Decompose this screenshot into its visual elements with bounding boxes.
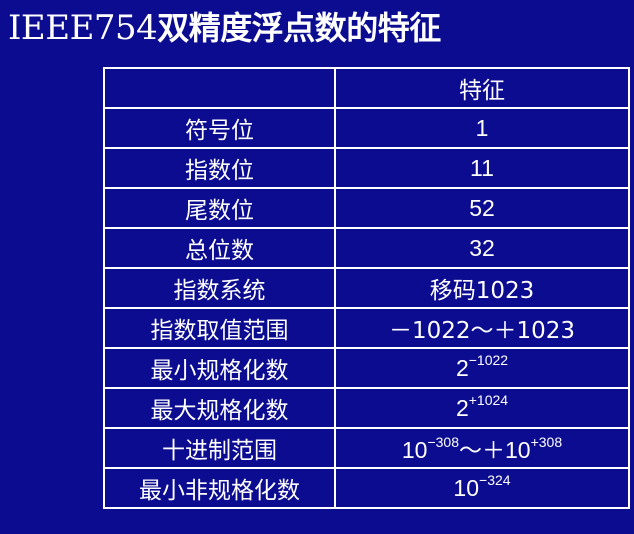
power-base: 2 xyxy=(455,354,469,381)
table-row: 尾数位 52 xyxy=(103,187,630,229)
table-row: 最大规格化数 2+1024 xyxy=(103,387,630,429)
power-exponent: −308 xyxy=(427,433,459,450)
power-base: 10 xyxy=(453,474,480,501)
row-label: 符号位 xyxy=(103,107,336,149)
row-value-text: 11 xyxy=(470,154,494,181)
table-row: 符号位 1 xyxy=(103,107,630,149)
range-separator: ～＋10 xyxy=(459,437,531,463)
table-row: 指数位 11 xyxy=(103,147,630,189)
row-label: 指数系统 xyxy=(103,267,336,309)
header-value-cell: 特征 xyxy=(334,67,630,109)
row-value: 11 xyxy=(334,147,630,189)
row-value: 52 xyxy=(334,187,630,229)
row-value-text: 移码1023 xyxy=(429,278,535,304)
table-row: 十进制范围 10−308～＋10+308 xyxy=(103,427,630,469)
row-label: 最小规格化数 xyxy=(103,347,336,389)
table-row: 指数取值范围 －1022～＋1023 xyxy=(103,307,630,349)
slide-title-latin: IEEE754 xyxy=(8,8,158,48)
slide-title: IEEE754双精度浮点数的特征 xyxy=(8,4,441,52)
row-value-text: 52 xyxy=(469,194,495,221)
row-value-text: 1 xyxy=(475,114,489,141)
table-row: 最小规格化数 2−1022 xyxy=(103,347,630,389)
row-value: 2−1022 xyxy=(334,347,630,389)
power-base: 2 xyxy=(455,394,469,421)
row-label: 尾数位 xyxy=(103,187,336,229)
table-row: 总位数 32 xyxy=(103,227,630,269)
row-value-text: 32 xyxy=(469,234,495,261)
row-value-text: －1022～＋1023 xyxy=(388,318,576,344)
power-base: 10 xyxy=(401,437,428,463)
row-value: 10−308～＋10+308 xyxy=(334,427,630,469)
row-label: 总位数 xyxy=(103,227,336,269)
header-label-cell xyxy=(103,67,336,109)
row-value: 10−324 xyxy=(334,467,630,509)
row-label: 最大规格化数 xyxy=(103,387,336,429)
row-label: 指数取值范围 xyxy=(103,307,336,349)
row-value: 移码1023 xyxy=(334,267,630,309)
row-value: 2+1024 xyxy=(334,387,630,429)
power-exponent: +1024 xyxy=(468,391,509,408)
table-row: 指数系统 移码1023 xyxy=(103,267,630,309)
slide-title-rest: 双精度浮点数的特征 xyxy=(157,9,441,47)
row-label: 指数位 xyxy=(103,147,336,189)
row-value: 32 xyxy=(334,227,630,269)
row-value: －1022～＋1023 xyxy=(334,307,630,349)
table-row: 最小非规格化数 10−324 xyxy=(103,467,630,509)
power-exponent: −1022 xyxy=(468,351,509,368)
power-exponent: −324 xyxy=(479,471,511,488)
table-header-row: 特征 xyxy=(103,67,630,109)
ieee754-double-table: 特征 符号位 1 指数位 11 尾数位 52 总位数 32 指数系统 移码102… xyxy=(103,67,630,509)
row-value: 1 xyxy=(334,107,630,149)
row-label: 十进制范围 xyxy=(103,427,336,469)
row-label: 最小非规格化数 xyxy=(103,467,336,509)
power-exponent-upper: +308 xyxy=(530,433,563,450)
